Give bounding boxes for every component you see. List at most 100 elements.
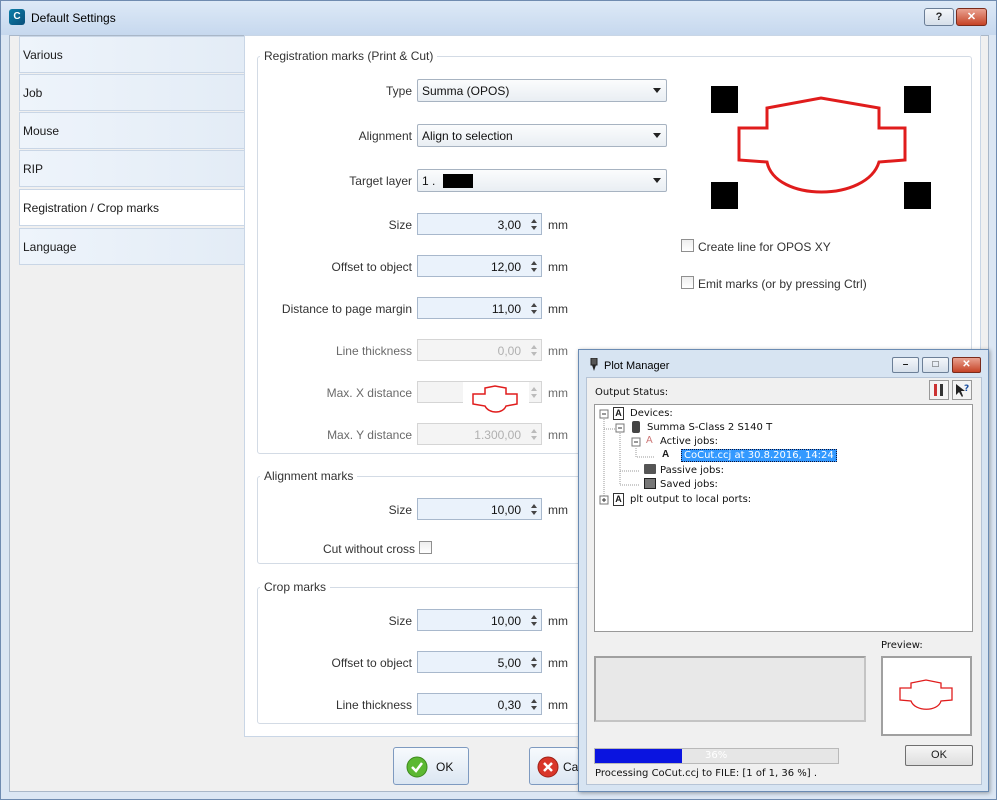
ok-button-label: OK [436,760,454,774]
spin-up-icon[interactable] [531,615,537,619]
spin-up-icon[interactable] [531,303,537,307]
tree-item-devices[interactable]: Devices: [630,408,673,419]
progress-fill [595,749,683,763]
max-x-unit: mm [548,386,568,400]
cancel-button-label: Ca [563,760,579,774]
plot-manager-ok-button[interactable]: OK [905,745,973,766]
object-outline [737,96,907,194]
spin-down-icon[interactable] [531,706,537,710]
app-logo-icon: C [9,9,25,25]
alignment-size-unit: mm [548,503,568,517]
chevron-down-icon [653,133,661,138]
line-thickness-unit: mm [548,344,568,358]
distance-label: Distance to page margin [281,302,412,316]
spin-up-icon[interactable] [531,657,537,661]
type-value: Summa (OPOS) [422,84,510,98]
line-thickness-value: 0,00 [497,344,521,358]
spin-up-icon [531,429,537,433]
registration-mark-bottom-right [904,182,931,209]
offset-label: Offset to object [331,260,413,274]
offset-spinbox[interactable]: 12,00 [417,255,542,277]
distance-value: 11,00 [491,302,521,316]
ok-button[interactable]: OK [393,747,469,785]
passive-jobs-icon [644,464,656,474]
minimize-button[interactable]: – [892,357,919,373]
tab-job[interactable]: Job [19,74,245,111]
crop-offset-label: Offset to object [331,656,413,670]
tree-item-plt-output[interactable]: plt output to local ports: [630,494,751,505]
layer-color-swatch [443,174,473,188]
crop-line-thickness-spinbox[interactable]: 0,30 [417,693,542,715]
spin-down-icon[interactable] [531,226,537,230]
create-line-checkbox[interactable] [681,239,694,252]
drag-ghost-thumbnail [463,382,529,420]
spin-up-icon[interactable] [531,699,537,703]
crop-size-label: Size [388,614,412,628]
line-thickness-spinbox: 0,00 [417,339,542,361]
type-combo[interactable]: Summa (OPOS) [417,79,667,102]
window-title: Default Settings [31,11,116,25]
tab-rip[interactable]: RIP [19,150,245,187]
registration-marks-title: Registration marks (Print & Cut) [260,49,438,63]
tab-various[interactable]: Various [19,36,245,73]
line-thickness-label: Line thickness [335,344,412,358]
title-bar[interactable] [1,1,996,35]
plotter-icon [632,421,640,433]
cut-without-cross-label: Cut without cross [322,542,415,556]
size-unit: mm [548,218,568,232]
tab-language[interactable]: Language [19,228,245,265]
output-status-tree[interactable]: A Devices: Summa S-Class 2 S140 T A Acti… [594,404,973,632]
crop-size-value: 10,00 [490,614,521,628]
tab-registration-crop-marks[interactable]: Registration / Crop marks [19,189,245,226]
spin-up-icon [531,387,537,391]
spin-down-icon[interactable] [531,511,537,515]
tree-item-job[interactable]: CoCut.ccj at 30.8.2016, 14:24 [681,449,837,462]
offset-unit: mm [548,260,568,274]
maximize-button[interactable]: □ [922,357,949,373]
alignment-combo[interactable]: Align to selection [417,124,667,147]
crop-offset-unit: mm [548,656,568,670]
spin-down-icon[interactable] [531,268,537,272]
max-y-unit: mm [548,428,568,442]
spin-up-icon[interactable] [531,219,537,223]
target-layer-label: Target layer [349,174,412,188]
crop-offset-spinbox[interactable]: 5,00 [417,651,542,673]
cut-without-cross-checkbox[interactable] [419,541,432,554]
tab-mouse[interactable]: Mouse [19,112,245,149]
max-x-label: Max. X distance [326,386,412,400]
emit-marks-checkbox[interactable] [681,276,694,289]
crop-size-unit: mm [548,614,568,628]
tree-item-passive-jobs[interactable]: Passive jobs: [660,465,724,476]
spin-down-icon [531,394,537,398]
close-button[interactable]: ✕ [956,8,987,26]
target-layer-combo[interactable]: 1 . [417,169,667,192]
plot-manager-close-button[interactable]: ✕ [952,357,981,373]
distance-unit: mm [548,302,568,316]
plt-output-folder-icon: A [613,493,624,506]
alignment-size-spinbox[interactable]: 10,00 [417,498,542,520]
context-help-icon[interactable]: ? [952,380,972,400]
job-info-box [594,656,866,722]
spin-up-icon[interactable] [531,504,537,508]
plotter-settings-icon[interactable] [929,380,949,400]
active-jobs-icon: A [646,435,653,446]
create-line-label: Create line for OPOS XY [698,240,831,254]
devices-folder-icon: A [613,407,624,420]
spin-up-icon[interactable] [531,261,537,265]
alignment-value: Align to selection [422,129,513,143]
cancel-button[interactable]: Ca [529,747,579,785]
tree-item-saved-jobs[interactable]: Saved jobs: [660,479,718,490]
tree-item-active-jobs[interactable]: Active jobs: [660,436,718,447]
plot-manager-window: Plot Manager – □ ✕ Output Status: ? A De… [578,349,989,792]
help-button[interactable]: ? [924,8,954,26]
crop-size-spinbox[interactable]: 10,00 [417,609,542,631]
max-y-label: Max. Y distance [327,428,412,442]
crop-line-thickness-label: Line thickness [335,698,412,712]
spin-down-icon[interactable] [531,664,537,668]
size-spinbox[interactable]: 3,00 [417,213,542,235]
spin-down-icon[interactable] [531,622,537,626]
tree-item-device[interactable]: Summa S-Class 2 S140 T [647,422,772,433]
preview-label: Preview: [881,640,923,651]
spin-down-icon[interactable] [531,310,537,314]
distance-spinbox[interactable]: 11,00 [417,297,542,319]
